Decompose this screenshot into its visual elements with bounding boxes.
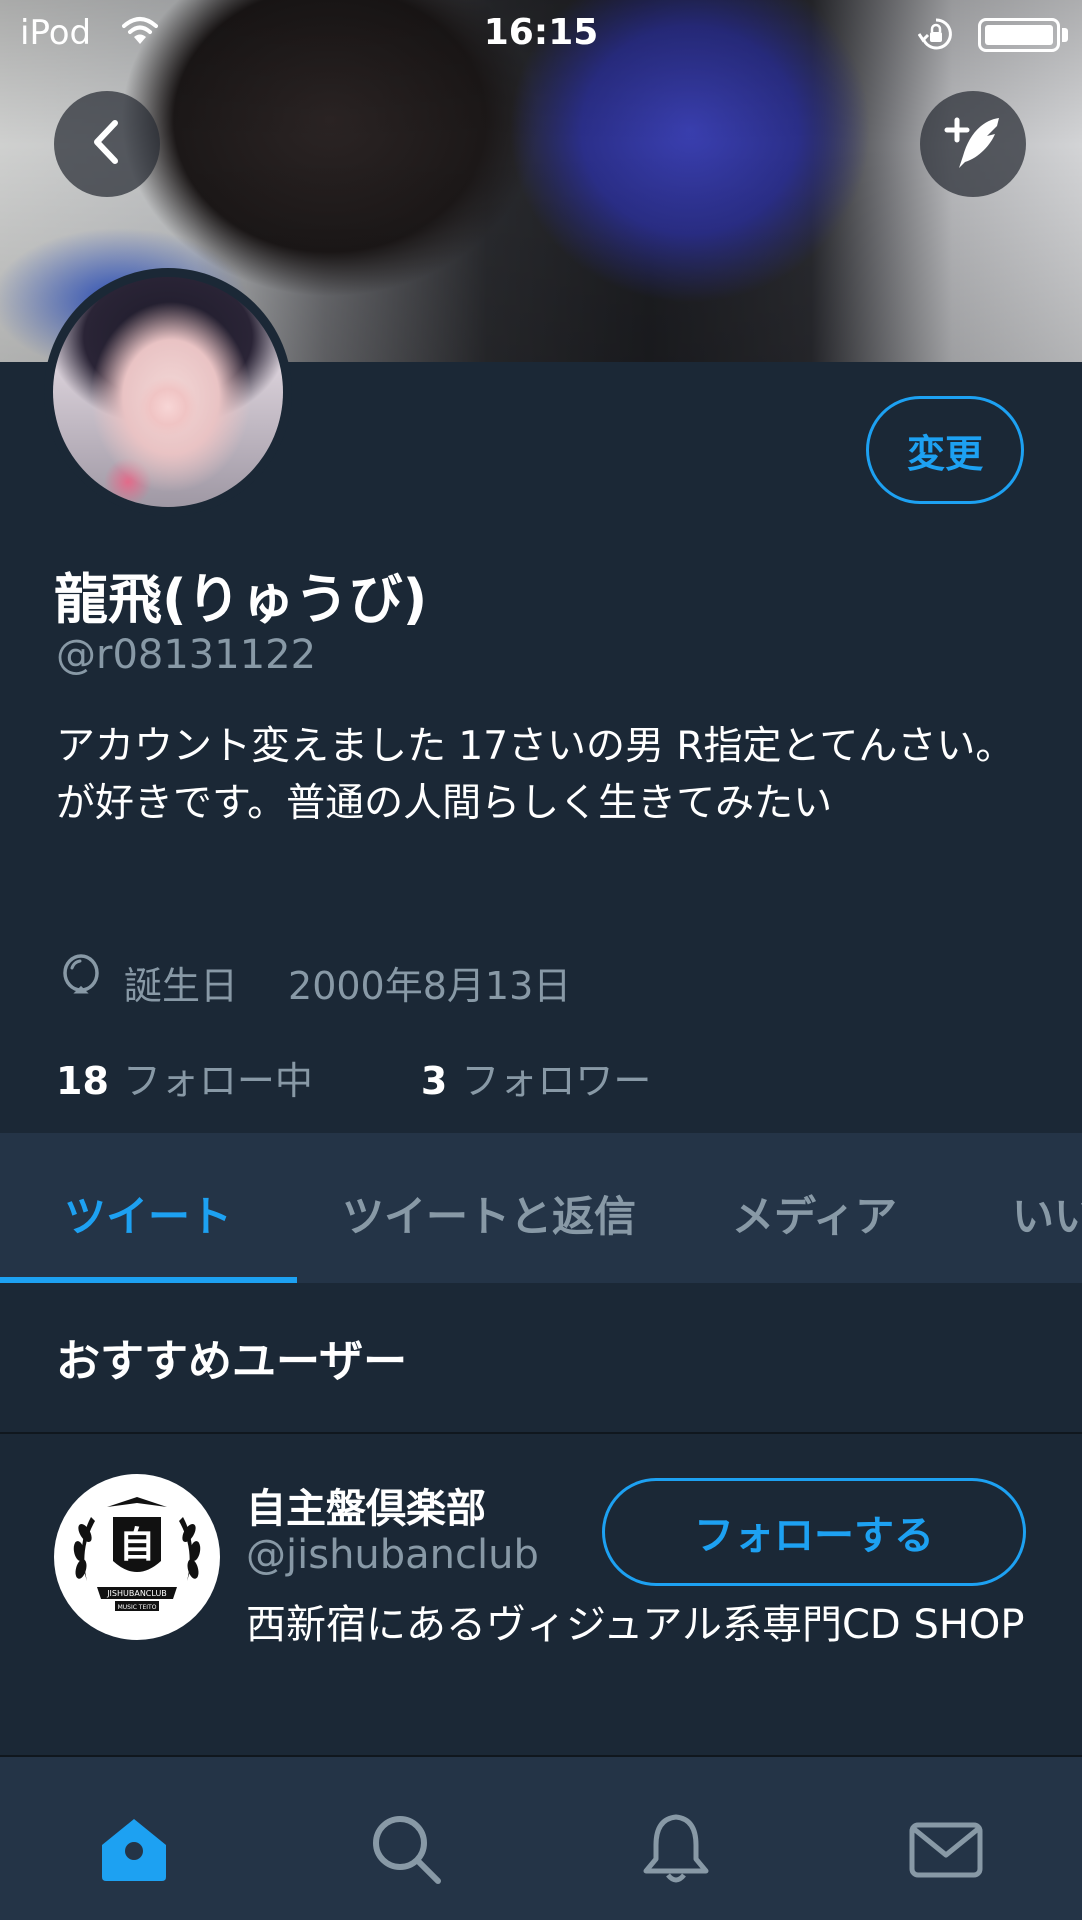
search-icon[interactable] <box>366 1809 446 1889</box>
avatar-photo <box>53 277 283 507</box>
status-bar: iPod 16:15 <box>0 0 1082 70</box>
messages-icon[interactable] <box>906 1809 986 1889</box>
logo-char: 自 <box>119 1525 155 1566</box>
birthday-label: 誕生日 <box>124 964 239 1008</box>
logo-text: JISHUBANCLUB <box>106 1589 167 1598</box>
battery-tip <box>1062 28 1068 42</box>
recommended-user-name[interactable]: 自主盤倶楽部 <box>246 1476 486 1534</box>
follow-counts: 18 フォロー中 3 フォロワー <box>56 1050 651 1105</box>
balloon-icon <box>60 954 102 1011</box>
edit-profile-button[interactable]: 変更 <box>866 396 1024 504</box>
tab-likes[interactable]: いいね <box>1012 1183 1082 1244</box>
following-label[interactable]: フォロー中 <box>123 1050 313 1105</box>
follow-button[interactable]: フォローする <box>602 1478 1026 1586</box>
compose-tweet-button[interactable] <box>920 91 1026 197</box>
battery-icon <box>978 18 1060 52</box>
followers-count[interactable]: 3 <box>421 1059 447 1103</box>
compose-tweet-icon <box>943 112 1003 176</box>
chevron-left-icon <box>87 117 127 171</box>
birthday-row: 誕生日 2000年8月13日 <box>60 954 571 1011</box>
followers-label[interactable]: フォロワー <box>461 1050 651 1105</box>
section-divider <box>0 1432 1082 1434</box>
recommended-user-bio: 西新宿にあるヴィジュアル系専門CD SHOP <box>246 1602 1025 1648</box>
profile-tabs: ツイート ツイートと返信 メディア いいね <box>0 1133 1082 1283</box>
logo-subtext: MUSIC TEITO <box>118 1604 157 1611</box>
active-tab-indicator <box>0 1277 297 1283</box>
rotation-lock-icon <box>917 16 954 56</box>
back-button[interactable] <box>54 91 160 197</box>
notifications-icon[interactable] <box>636 1809 716 1889</box>
bottom-tab-bar <box>0 1755 1082 1920</box>
profile-bio: アカウント変えました 17さいの男 R指定とてんさい。が好きです。普通の人間らし… <box>56 724 1015 826</box>
tab-media[interactable]: メディア <box>732 1183 897 1244</box>
home-icon[interactable] <box>94 1809 174 1889</box>
display-name: 龍飛(りゅうび) <box>54 568 428 631</box>
recommended-user-handle: @jishubanclub <box>246 1532 539 1578</box>
tab-tweets[interactable]: ツイート <box>64 1183 232 1244</box>
recommended-users-title: おすすめユーザー <box>56 1336 408 1387</box>
club-logo-icon: 自 JISHUBANCLUB MUSIC TEITO <box>73 1497 201 1611</box>
user-handle: @r08131122 <box>56 632 317 678</box>
tab-tweets-replies[interactable]: ツイートと返信 <box>342 1183 636 1244</box>
recommended-user-avatar[interactable]: 自 JISHUBANCLUB MUSIC TEITO <box>54 1474 220 1640</box>
following-count[interactable]: 18 <box>56 1059 109 1103</box>
profile-avatar[interactable] <box>44 268 292 516</box>
birthday-value: 2000年8月13日 <box>288 964 572 1008</box>
